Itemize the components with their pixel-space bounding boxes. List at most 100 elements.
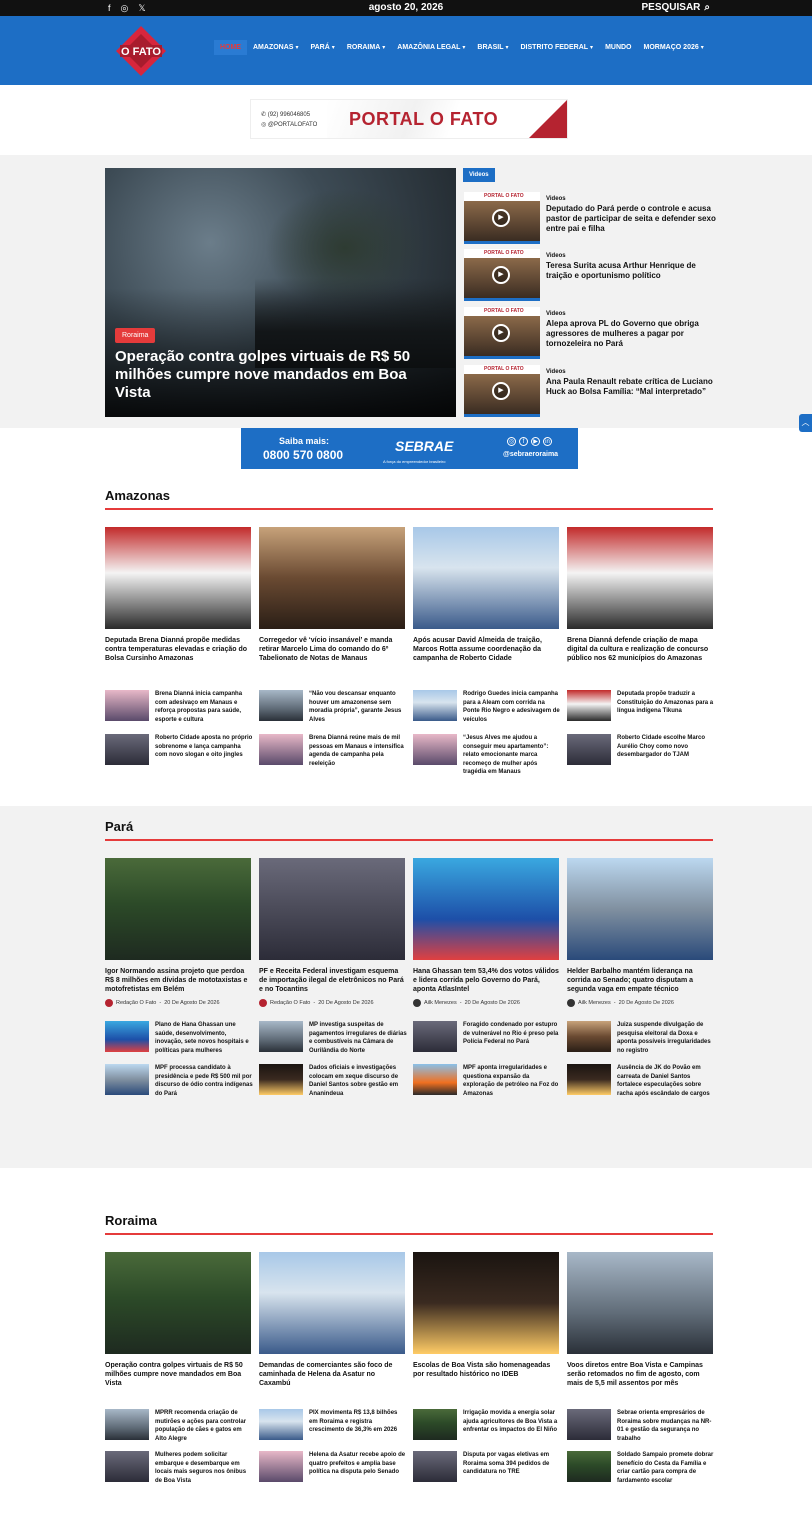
list-item[interactable]: Brena Dianná inicia campanha com adesiva… (105, 690, 251, 726)
list-item[interactable]: Roberto Cidade escolhe Marco Aurélio Cho… (567, 734, 713, 770)
nav-item-8[interactable]: MORMAÇO 2026 ▾ (638, 40, 710, 55)
list-item-title[interactable]: MPF aponta irregularidades e questiona e… (463, 1064, 561, 1098)
article-card[interactable]: Após acusar David Almeida de traição, Ma… (413, 527, 559, 663)
list-item[interactable]: Sebrae orienta empresários de Roraima so… (567, 1409, 713, 1445)
article-title[interactable]: Deputada Brena Dianná propõe medidas con… (105, 636, 251, 663)
video-category[interactable]: Videos (546, 196, 566, 202)
article-card[interactable]: Escolas de Boa Vista são homenageadas po… (413, 1252, 559, 1379)
article-card[interactable]: Deputada Brena Dianná propõe medidas con… (105, 527, 251, 663)
list-item[interactable]: Disputa por vagas eletivas em Roraima so… (413, 1451, 559, 1487)
play-icon[interactable]: ▶ (492, 266, 510, 284)
article-image[interactable] (413, 1252, 559, 1354)
nav-item-2[interactable]: PARÁ ▾ (304, 40, 340, 55)
list-item[interactable]: Ausência de JK do Povão em carreata de D… (567, 1064, 713, 1100)
nav-item-5[interactable]: BRASIL ▾ (471, 40, 514, 55)
para-section-title[interactable]: Pará (105, 819, 133, 834)
list-item[interactable]: MPF processa candidato à presidência e p… (105, 1064, 253, 1100)
article-image[interactable] (413, 858, 559, 960)
video-item[interactable]: PORTAL O FATO ▶ Videos Teresa Surita acusa … (464, 249, 714, 301)
list-item-title[interactable]: PIX movimenta R$ 13,8 bilhões em Roraima… (309, 1409, 407, 1435)
list-item-title[interactable]: MPF processa candidato à presidência e p… (155, 1064, 253, 1098)
article-author[interactable]: Redação O Fato (270, 1000, 310, 1006)
article-card[interactable]: Voos diretos entre Boa Vista e Campinas … (567, 1252, 713, 1388)
nav-item-4[interactable]: AMAZÔNIA LEGAL ▾ (391, 40, 471, 55)
list-item[interactable]: Dados oficiais e investigações colocam e… (259, 1064, 405, 1100)
list-item-thumbnail[interactable] (413, 734, 457, 765)
list-item-title[interactable]: Brena Dianná inicia campanha com adesiva… (155, 690, 253, 724)
list-item-thumbnail[interactable] (105, 690, 149, 721)
list-item-title[interactable]: Deputada propõe traduzir a Constituição … (617, 690, 715, 716)
article-author[interactable]: Ailk Menezes (578, 1000, 611, 1006)
list-item[interactable]: Mulheres podem solicitar embarque e dese… (105, 1451, 251, 1487)
list-item-thumbnail[interactable] (105, 734, 149, 765)
article-card[interactable]: Corregedor vê ‘vício insanável’ e manda … (259, 527, 405, 663)
list-item-title[interactable]: “Não vou descansar enquanto houver um am… (309, 690, 407, 724)
article-title[interactable]: Igor Normando assina projeto que perdoa … (105, 967, 251, 994)
article-image[interactable] (259, 858, 405, 960)
article-title[interactable]: Corregedor vê ‘vício insanável’ e manda … (259, 636, 405, 663)
list-item-title[interactable]: Soldado Sampaio promete dobrar benefício… (617, 1451, 715, 1485)
list-item-thumbnail[interactable] (105, 1451, 149, 1482)
article-card[interactable]: PF e Receita Federal investigam esquema … (259, 858, 405, 1007)
article-image[interactable] (259, 1252, 405, 1354)
list-item[interactable]: Soldado Sampaio promete dobrar benefício… (567, 1451, 713, 1487)
play-icon[interactable]: ▶ (492, 324, 510, 342)
nav-item-7[interactable]: MUNDO (599, 40, 637, 55)
video-title[interactable]: Alepa aprova PL do Governo que obriga ag… (546, 319, 716, 349)
nav-item-0[interactable]: HOME (214, 40, 247, 55)
list-item[interactable]: Rodrigo Guedes inicia campanha para a Al… (413, 690, 560, 726)
site-logo[interactable]: O FATO (114, 24, 168, 78)
article-image[interactable] (567, 1252, 713, 1354)
video-item[interactable]: PORTAL O FATO ▶ Videos Alepa aprova PL do G… (464, 307, 714, 359)
list-item[interactable]: PIX movimenta R$ 13,8 bilhões em Roraima… (259, 1409, 405, 1445)
article-card[interactable]: Demandas de comerciantes são foco de cam… (259, 1252, 405, 1388)
list-item-thumbnail[interactable] (567, 1409, 611, 1440)
article-image[interactable] (105, 527, 251, 629)
list-item-thumbnail[interactable] (413, 1409, 457, 1440)
list-item[interactable]: “Jesus Alves me ajudou a conseguir meu a… (413, 734, 559, 775)
list-item-thumbnail[interactable] (259, 1451, 303, 1482)
list-item-title[interactable]: Brena Dianná reúne mais de mil pessoas e… (309, 734, 407, 768)
hero-category-badge[interactable]: Roraima (115, 328, 156, 343)
portal-banner[interactable]: ✆ (92) 996046805 ◎ @PORTALOFATO PORTAL O… (250, 99, 568, 139)
list-item-title[interactable]: Roberto Cidade aposta no próprio sobreno… (155, 734, 253, 760)
article-title[interactable]: Voos diretos entre Boa Vista e Campinas … (567, 1361, 713, 1388)
list-item[interactable]: MPRR recomenda criação de mutirões e açõ… (105, 1409, 251, 1445)
list-item-thumbnail[interactable] (259, 1064, 303, 1095)
article-card[interactable]: Brena Dianná defende criação de mapa dig… (567, 527, 713, 663)
article-title[interactable]: Demandas de comerciantes são foco de cam… (259, 1361, 405, 1388)
hero-title[interactable]: Operação contra golpes virtuais de R$ 50… (115, 348, 435, 402)
nav-item-3[interactable]: RORAIMA ▾ (341, 40, 391, 55)
article-author[interactable]: Ailk Menezes (424, 1000, 457, 1006)
list-item-title[interactable]: “Jesus Alves me ajudou a conseguir meu a… (463, 734, 561, 777)
list-item-thumbnail[interactable] (105, 1064, 149, 1095)
video-title[interactable]: Deputado do Pará perde o controle e acus… (546, 204, 716, 234)
article-card[interactable]: Igor Normando assina projeto que perdoa … (105, 858, 251, 1007)
list-item-title[interactable]: Roberto Cidade escolhe Marco Aurélio Cho… (617, 734, 715, 760)
list-item-title[interactable]: Juiza suspende divulgação de pesquisa el… (617, 1021, 715, 1055)
list-item-thumbnail[interactable] (105, 1021, 149, 1052)
list-item-thumbnail[interactable] (259, 690, 303, 721)
article-image[interactable] (567, 858, 713, 960)
video-thumbnail[interactable]: PORTAL O FATO ▶ (464, 365, 540, 417)
search-button[interactable]: PESQUISAR ⌕ (641, 2, 710, 13)
list-item-thumbnail[interactable] (105, 1409, 149, 1440)
list-item-thumbnail[interactable] (413, 1064, 457, 1095)
list-item-title[interactable]: Dados oficiais e investigações colocam e… (309, 1064, 407, 1098)
list-item[interactable]: Foragido condenado por estupro de vulner… (413, 1021, 559, 1057)
video-category[interactable]: Videos (546, 311, 566, 317)
list-item-title[interactable]: Disputa por vagas eletivas em Roraima so… (463, 1451, 561, 1477)
list-item-thumbnail[interactable] (567, 690, 611, 721)
list-item-thumbnail[interactable] (413, 1021, 457, 1052)
article-card[interactable]: Operação contra golpes virtuais de R$ 50… (105, 1252, 251, 1388)
list-item-thumbnail[interactable] (413, 690, 457, 721)
video-item[interactable]: PORTAL O FATO ▶ Videos Deputado do Pará per… (464, 192, 716, 244)
list-item-title[interactable]: Ausência de JK do Povão em carreata de D… (617, 1064, 715, 1098)
list-item-thumbnail[interactable] (259, 734, 303, 765)
list-item-thumbnail[interactable] (567, 1451, 611, 1482)
article-image[interactable] (567, 527, 713, 629)
list-item[interactable]: Plano de Hana Ghassan une saúde, desenvo… (105, 1021, 251, 1057)
play-icon[interactable]: ▶ (492, 209, 510, 227)
list-item[interactable]: MP investiga suspeitas de pagamentos irr… (259, 1021, 407, 1057)
nav-item-6[interactable]: DISTRITO FEDERAL ▾ (515, 40, 600, 55)
